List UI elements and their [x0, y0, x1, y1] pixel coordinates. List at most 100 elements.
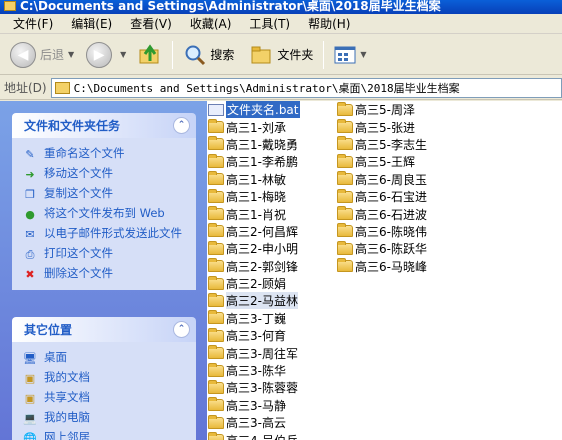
folders-icon: [251, 46, 271, 63]
folder-item[interactable]: 高三2-马益林: [208, 292, 302, 310]
place-network[interactable]: 🌐 网上邻居: [22, 428, 196, 440]
publish-web-icon: ●: [25, 207, 35, 221]
search-button[interactable]: 搜索: [179, 39, 238, 71]
folder-item[interactable]: 高三2-顾娟: [208, 275, 302, 292]
copy-icon: ❐: [25, 187, 35, 201]
folder-item[interactable]: 高三1-肖祝: [208, 205, 302, 222]
file-column-2: 高三5-周泽 高三5-张进 高三5-李志生 高三5-王辉 高三6-周良玉 高三6-石宝进高…: [337, 101, 429, 275]
folder-item[interactable]: 高三6-马晓峰: [337, 258, 429, 275]
task-rename[interactable]: ✎ 重命名这个文件: [22, 144, 196, 164]
folder-item[interactable]: 高三6-陈晓伟: [337, 223, 429, 240]
place-my-documents[interactable]: ▣ 我的文档: [22, 368, 196, 388]
folder-item[interactable]: 高三3-高云: [208, 414, 302, 431]
folder-icon: [337, 136, 353, 151]
folder-item[interactable]: 高三5-张进: [337, 118, 429, 135]
collapse-chevron-icon[interactable]: ⌃: [173, 117, 190, 134]
task-label: 复制这个文件: [44, 186, 113, 200]
menu-view[interactable]: 查看(V): [121, 15, 181, 32]
place-label: 我的电脑: [44, 410, 90, 424]
item-label: 高三6-石进波: [355, 207, 427, 222]
folder-icon: [208, 362, 224, 377]
email-icon: ✉: [25, 227, 35, 241]
folder-icon: [337, 188, 353, 203]
task-label: 移动这个文件: [44, 166, 113, 180]
task-label: 删除这个文件: [44, 266, 113, 280]
folder-item[interactable]: 高三6-石宝进: [337, 188, 429, 205]
task-email[interactable]: ✉ 以电子邮件形式发送此文件: [22, 224, 196, 244]
place-shared-documents[interactable]: ▣ 共享文档: [22, 388, 196, 408]
views-icon: [334, 46, 356, 63]
task-label: 重命名这个文件: [44, 146, 125, 160]
folder-item[interactable]: 高三1-林敏: [208, 171, 302, 188]
folder-item[interactable]: 高三5-李志生: [337, 136, 429, 153]
back-dropdown-icon[interactable]: ▼: [68, 50, 74, 59]
views-dropdown-icon[interactable]: ▼: [360, 50, 366, 59]
up-folder-icon: [139, 43, 159, 63]
forward-button[interactable]: ▶ ▼: [82, 39, 134, 71]
task-copy[interactable]: ❐ 复制这个文件: [22, 184, 196, 204]
menu-help[interactable]: 帮助(H): [299, 15, 359, 32]
item-label: 高三1-刘承: [226, 120, 286, 135]
place-label: 桌面: [44, 350, 67, 364]
rename-icon: ✎: [25, 147, 35, 161]
item-label: 高三3-周往军: [226, 346, 298, 361]
task-delete[interactable]: ✖ 删除这个文件: [22, 264, 196, 284]
folder-item[interactable]: 高三2-郭剑锋: [208, 258, 302, 275]
file-item[interactable]: 文件夹名.bat: [208, 101, 302, 119]
task-publish-web[interactable]: ● 将这个文件发布到 Web: [22, 204, 196, 224]
folder-item[interactable]: 高三5-周泽: [337, 101, 429, 118]
folder-item[interactable]: 高三2-申小明: [208, 240, 302, 257]
item-label: 高三5-李志生: [355, 137, 427, 152]
folder-item[interactable]: 高三4-吴伯兵: [208, 431, 302, 440]
title-bar: C:\Documents and Settings\Administrator\…: [0, 0, 562, 14]
folder-icon: [337, 223, 353, 238]
folder-icon: [337, 171, 353, 186]
place-desktop[interactable]: 🖥 桌面: [22, 348, 196, 368]
task-move[interactable]: ➜ 移动这个文件: [22, 164, 196, 184]
folder-item[interactable]: 高三3-何育: [208, 327, 302, 344]
folder-item[interactable]: 高三5-王辉: [337, 153, 429, 170]
task-print[interactable]: ⎙ 打印这个文件: [22, 244, 196, 264]
folder-icon: [208, 136, 224, 151]
views-button[interactable]: ▼: [330, 39, 374, 71]
folder-item[interactable]: 高三2-何昌辉: [208, 223, 302, 240]
menu-edit[interactable]: 编辑(E): [62, 15, 121, 32]
folder-item[interactable]: 高三1-刘承: [208, 118, 302, 135]
folder-item[interactable]: 高三3-周往军: [208, 344, 302, 361]
task-label: 以电子邮件形式发送此文件: [44, 226, 182, 240]
place-my-computer[interactable]: 💻 我的电脑: [22, 408, 196, 428]
item-label: 高三1-肖祝: [226, 207, 286, 222]
folders-button[interactable]: 文件夹: [246, 39, 317, 71]
item-label: 高三3-陈华: [226, 364, 286, 379]
forward-dropdown-icon[interactable]: ▼: [120, 50, 126, 59]
back-button[interactable]: ◀ 后退 ▼: [6, 39, 82, 71]
item-label: 高三5-周泽: [355, 103, 415, 118]
menu-file[interactable]: 文件(F): [4, 15, 62, 32]
folder-icon: [208, 345, 224, 360]
file-folder-tasks-header[interactable]: 文件和文件夹任务 ⌃: [12, 113, 196, 138]
folder-item[interactable]: 高三1-李希鹏: [208, 153, 302, 170]
folder-item[interactable]: 高三3-陈蓉蓉: [208, 379, 302, 396]
menu-favorites[interactable]: 收藏(A): [181, 15, 241, 32]
toolbar-separator: [172, 40, 174, 69]
folder-item[interactable]: 高三6-陈跃华: [337, 240, 429, 257]
folder-item[interactable]: 高三3-马静: [208, 397, 302, 414]
folder-item[interactable]: 高三3-丁巍: [208, 310, 302, 327]
back-arrow-icon: ◀: [10, 41, 36, 68]
folder-item[interactable]: 高三3-陈华: [208, 362, 302, 379]
up-folder-button[interactable]: [134, 39, 166, 71]
address-label: 地址(D): [4, 81, 47, 95]
other-places-header[interactable]: 其它位置 ⌃: [12, 317, 196, 342]
folder-item[interactable]: 高三6-石进波: [337, 205, 429, 222]
folder-icon: [208, 432, 224, 440]
folder-item[interactable]: 高三1-戴晓勇: [208, 136, 302, 153]
menu-tools[interactable]: 工具(T): [240, 15, 299, 32]
my-documents-icon: ▣: [24, 371, 36, 385]
folder-item[interactable]: 高三6-周良玉: [337, 171, 429, 188]
address-input[interactable]: C:\Documents and Settings\Administrator\…: [50, 77, 562, 98]
collapse-chevron-icon[interactable]: ⌃: [173, 321, 190, 338]
item-label: 高三4-吴伯兵: [226, 432, 298, 440]
folder-item[interactable]: 高三1-梅晓: [208, 188, 302, 205]
search-label: 搜索: [210, 48, 235, 62]
folder-icon: [208, 310, 224, 325]
